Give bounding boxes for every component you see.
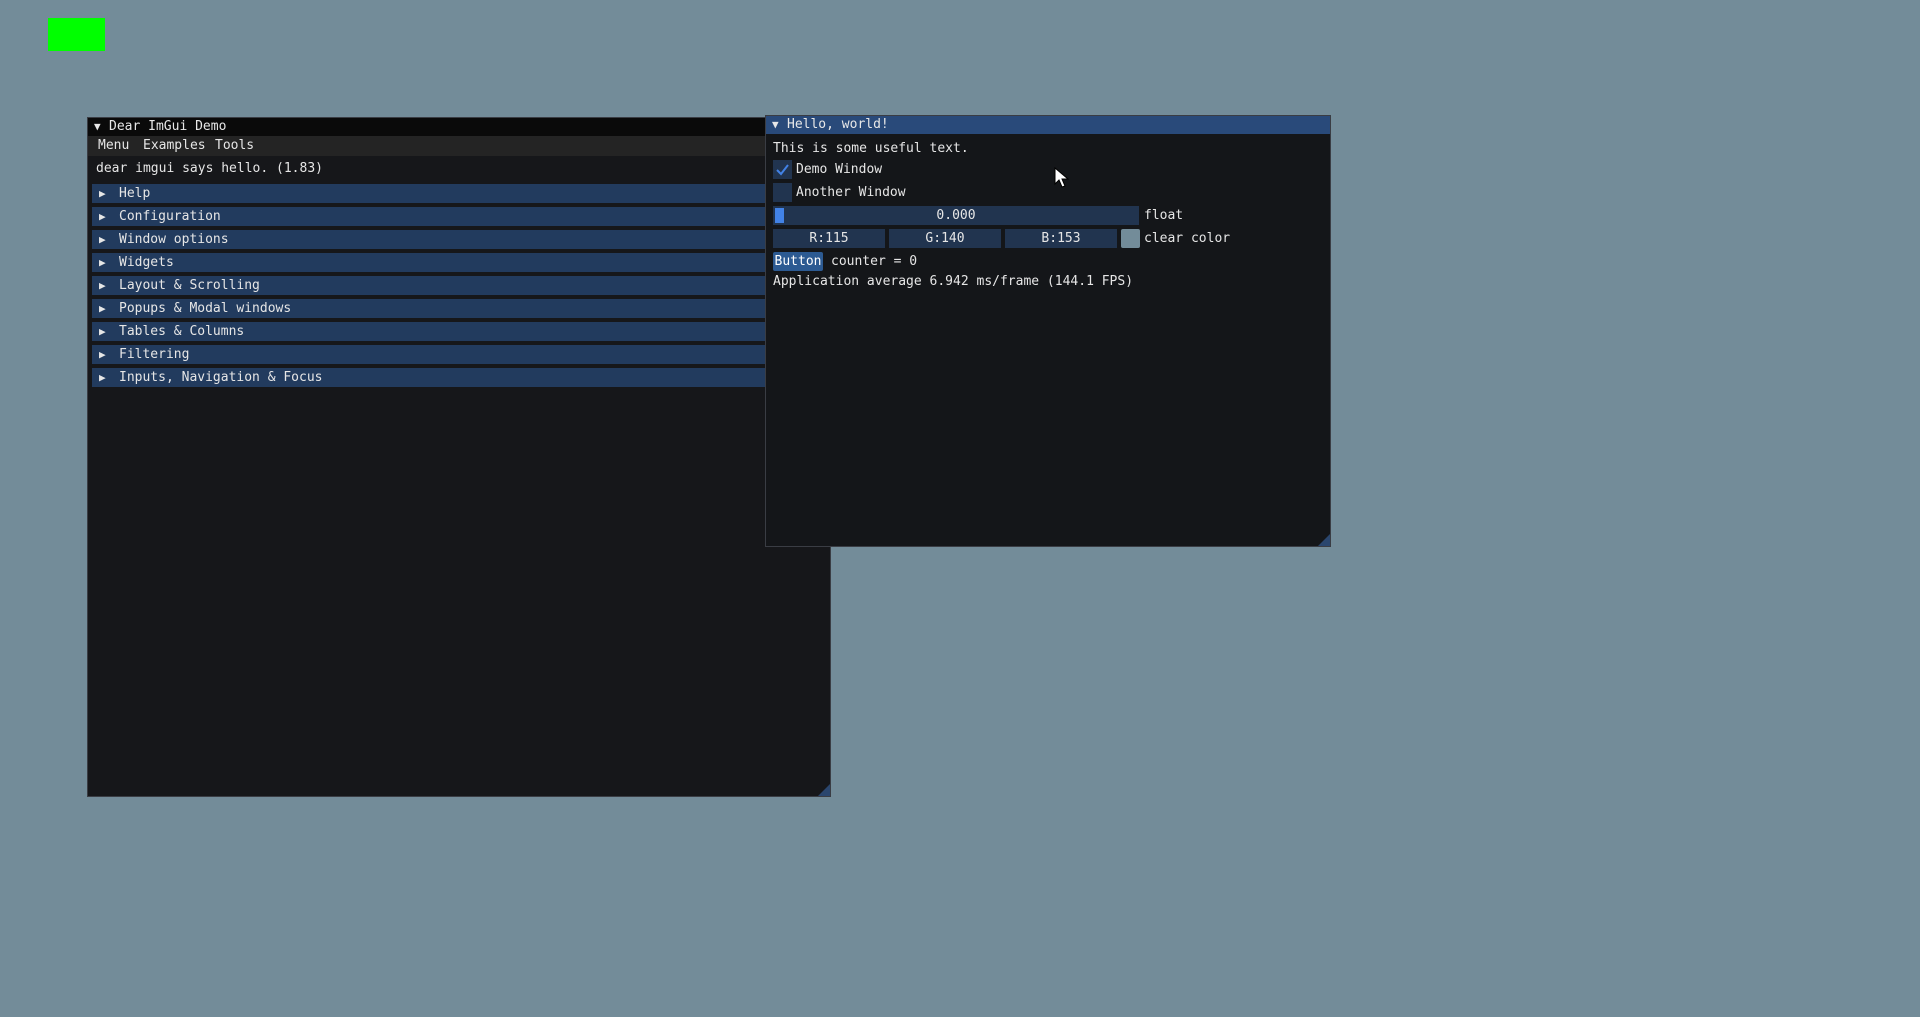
menu-tools[interactable]: Tools [215,136,254,156]
color-r-field[interactable]: R:115 [773,229,885,248]
resize-grip[interactable] [818,784,830,796]
clear-color-label: clear color [1144,231,1231,246]
triangle-right-icon: ▶ [99,256,106,269]
demo-window-checkbox-label: Demo Window [796,162,883,177]
section-inputs-navigation-label: Inputs, Navigation & Focus [119,370,323,385]
intro-text: dear imgui says hello. (1.83) [96,161,323,176]
section-inputs-navigation[interactable]: ▶ Inputs, Navigation & Focus [92,368,776,387]
section-filtering-label: Filtering [119,347,190,362]
collapse-triangle-icon[interactable]: ▼ [94,118,101,136]
section-help[interactable]: ▶ Help [92,184,776,203]
hello-window-title: Hello, world! [787,117,889,132]
demo-window-titlebar[interactable]: ▼ Dear ImGui Demo [88,118,830,136]
triangle-right-icon: ▶ [99,371,106,384]
fps-text: Application average 6.942 ms/frame (144.… [773,274,1134,289]
triangle-right-icon: ▶ [99,348,106,361]
counter-button-label: Button [774,254,822,269]
float-slider-label: float [1144,208,1184,223]
section-help-label: Help [119,186,151,201]
another-window-checkbox-label: Another Window [796,185,906,200]
slider-value: 0.000 [936,208,976,223]
demo-window: ▼ Dear ImGui Demo Menu Examples Tools de… [87,117,831,797]
section-widgets-label: Widgets [119,255,174,270]
green-indicator-rect [48,18,105,51]
counter-button[interactable]: Button [773,252,823,271]
checkmark-icon [776,164,789,176]
section-window-options[interactable]: ▶ Window options [92,230,776,249]
menu-examples[interactable]: Examples [143,136,206,156]
triangle-right-icon: ▶ [99,279,106,292]
triangle-right-icon: ▶ [99,233,106,246]
section-tables-columns[interactable]: ▶ Tables & Columns [92,322,776,341]
collapse-triangle-icon[interactable]: ▼ [772,116,779,134]
section-layout-scrolling[interactable]: ▶ Layout & Scrolling [92,276,776,295]
section-popups-modal[interactable]: ▶ Popups & Modal windows [92,299,776,318]
color-b-value: B:153 [1041,231,1081,246]
section-filtering[interactable]: ▶ Filtering [92,345,776,364]
float-slider[interactable]: 0.000 [773,206,1139,225]
section-popups-modal-label: Popups & Modal windows [119,301,292,316]
another-window-checkbox[interactable] [773,183,792,202]
section-window-options-label: Window options [119,232,229,247]
useful-text: This is some useful text. [773,141,969,156]
resize-grip[interactable] [1318,534,1330,546]
section-configuration[interactable]: ▶ Configuration [92,207,776,226]
menu-bar: Menu Examples Tools [88,136,830,156]
slider-grab[interactable] [775,208,784,223]
hello-window: ▼ Hello, world! This is some useful text… [765,115,1331,547]
color-g-field[interactable]: G:140 [889,229,1001,248]
color-g-value: G:140 [925,231,965,246]
color-swatch[interactable] [1121,229,1140,248]
color-r-value: R:115 [809,231,849,246]
triangle-right-icon: ▶ [99,187,106,200]
demo-window-checkbox[interactable] [773,160,792,179]
triangle-right-icon: ▶ [99,325,106,338]
menu-menu[interactable]: Menu [98,136,129,156]
counter-text: counter = 0 [831,254,918,269]
section-tables-columns-label: Tables & Columns [119,324,245,339]
section-widgets[interactable]: ▶ Widgets [92,253,776,272]
mouse-cursor-icon [1054,167,1070,188]
triangle-right-icon: ▶ [99,210,106,223]
color-b-field[interactable]: B:153 [1005,229,1117,248]
hello-window-titlebar[interactable]: ▼ Hello, world! [766,116,1330,134]
demo-window-title: Dear ImGui Demo [109,119,227,134]
section-configuration-label: Configuration [119,209,221,224]
triangle-right-icon: ▶ [99,302,106,315]
section-layout-scrolling-label: Layout & Scrolling [119,278,260,293]
